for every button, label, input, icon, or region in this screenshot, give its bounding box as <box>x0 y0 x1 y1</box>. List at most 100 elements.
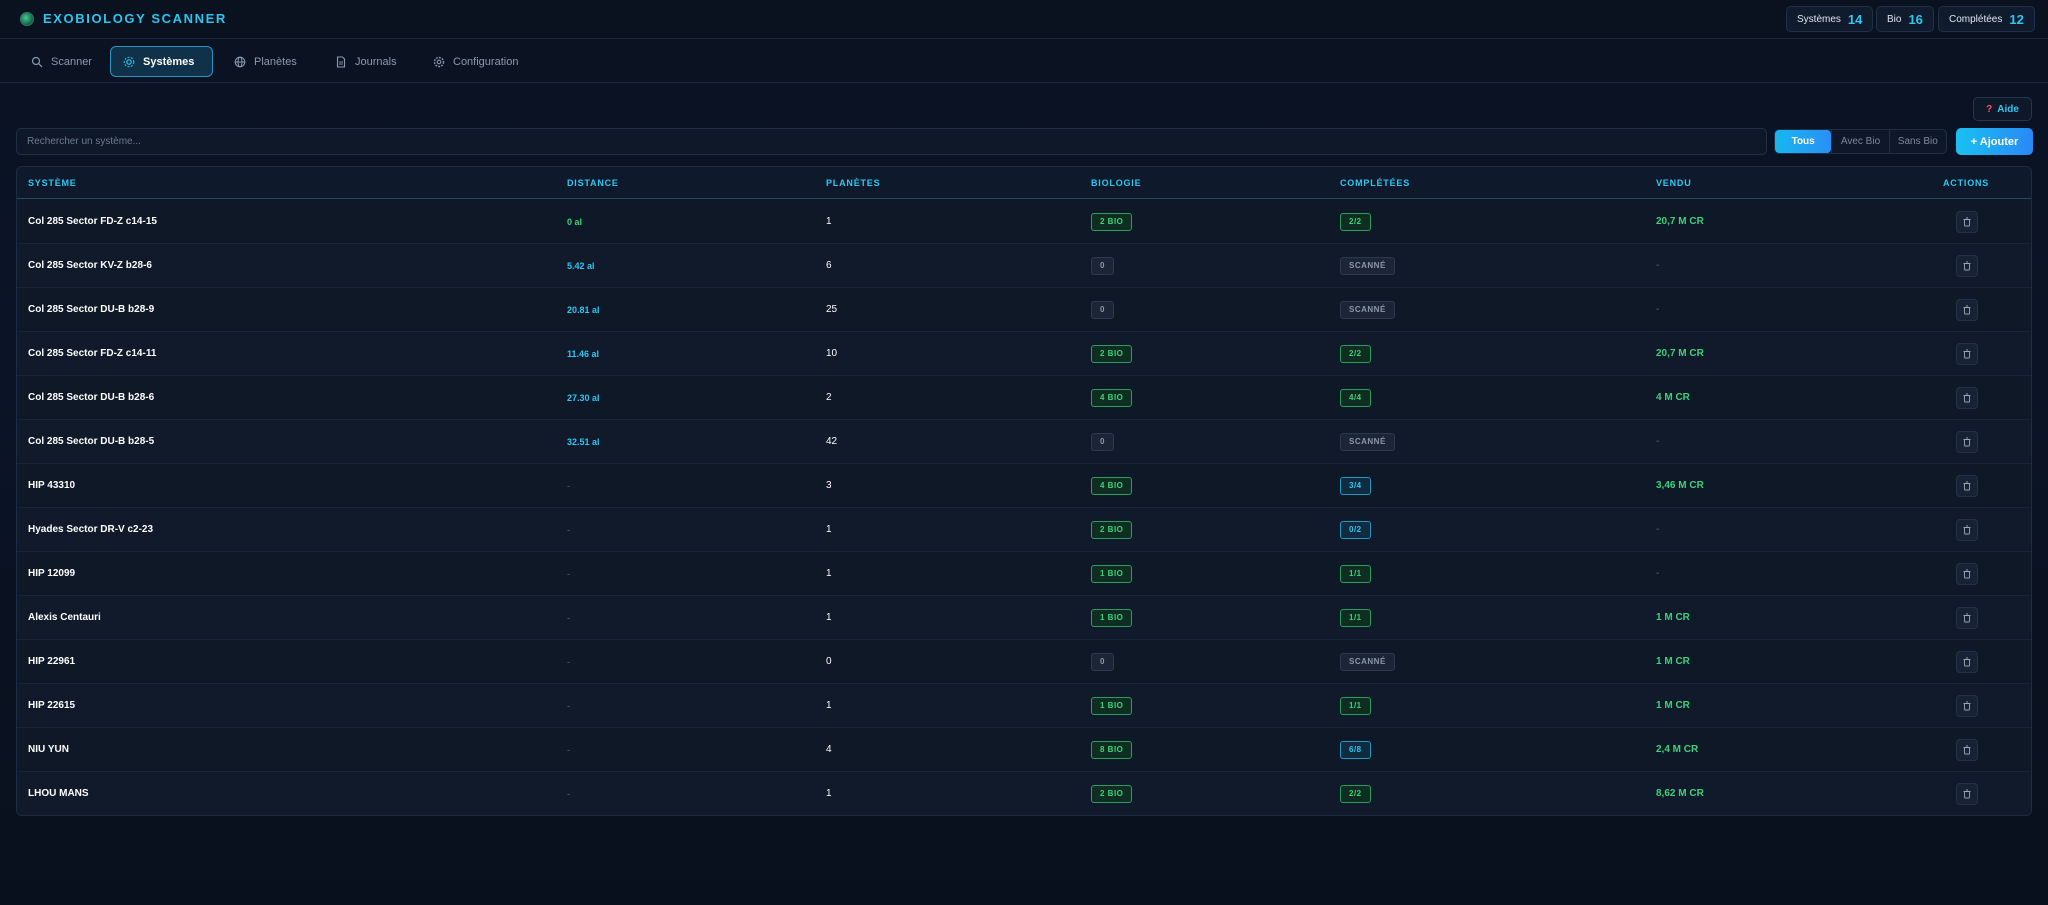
search-input[interactable] <box>16 128 1767 155</box>
help-button[interactable]: ? Aide <box>1973 97 2032 121</box>
trash-icon <box>1963 789 1971 798</box>
stat-bio: Bio 16 <box>1876 6 1934 32</box>
tab-scanner[interactable]: Scanner <box>18 46 105 77</box>
distance-value: - <box>567 744 570 755</box>
biology-cell: 8 BIO <box>1091 728 1133 771</box>
table-row[interactable]: HIP 22615 - 1 1 BIO 1/1 1 M CR <box>17 684 2031 728</box>
system-name: Col 285 Sector DU-B b28-9 <box>28 304 155 315</box>
trash-icon <box>1963 701 1971 710</box>
bio-badge: 1 BIO <box>1091 696 1133 715</box>
delete-button[interactable] <box>1956 694 1978 717</box>
planet-count: 1 <box>826 524 832 535</box>
trash-icon <box>1963 305 1971 314</box>
bio-badge: 2 BIO <box>1091 212 1133 231</box>
table-row[interactable]: Col 285 Sector FD-Z c14-15 0 al 1 2 BIO 2/2 2… <box>17 200 2031 244</box>
app-header: EXOBIOLOGY SCANNER Systèmes 14 Bio 16 Co… <box>0 0 2048 39</box>
completed-cell: 6/8 <box>1340 728 1371 771</box>
completed-cell: 1/1 <box>1340 552 1371 595</box>
bio-badge: 1 BIO <box>1091 608 1133 627</box>
table-row[interactable]: Col 285 Sector KV-Z b28-6 5.42 al 6 0 SCANNÉ… <box>17 244 2031 288</box>
completed-cell: 1/1 <box>1340 596 1371 639</box>
trash-icon <box>1963 525 1971 534</box>
col-header-planets[interactable]: PLANÈTES <box>826 178 880 188</box>
delete-button[interactable] <box>1956 298 1978 321</box>
sold-value: 20,7 M CR <box>1656 216 1704 227</box>
filter-with-bio[interactable]: Avec Bio <box>1831 130 1888 153</box>
sold-value: - <box>1656 260 1660 271</box>
system-name: Col 285 Sector KV-Z b28-6 <box>28 260 152 271</box>
tab-planets[interactable]: Planètes <box>221 46 310 77</box>
table-row[interactable]: HIP 22961 - 0 0 SCANNÉ 1 M CR <box>17 640 2031 684</box>
biology-cell: 1 BIO <box>1091 596 1133 639</box>
col-header-completed[interactable]: COMPLÉTÉES <box>1340 178 1410 188</box>
nav-tabs: Scanner Systèmes Planètes Journals Confi… <box>0 40 2048 83</box>
distance-value: 27.30 al <box>567 392 600 403</box>
add-system-button[interactable]: + Ajouter <box>1956 128 2033 155</box>
trash-icon <box>1963 393 1971 402</box>
sold-value: 2,4 M CR <box>1656 744 1699 755</box>
actions-cell <box>1956 288 1978 331</box>
completed-badge: 1/1 <box>1340 564 1371 583</box>
app-title: EXOBIOLOGY SCANNER <box>43 11 227 26</box>
planet-count: 1 <box>826 568 832 579</box>
tab-systems[interactable]: Systèmes <box>110 46 213 77</box>
tab-journals[interactable]: Journals <box>322 46 410 77</box>
table-row[interactable]: Col 285 Sector DU-B b28-6 27.30 al 2 4 BIO 4… <box>17 376 2031 420</box>
table-row[interactable]: LHOU MANS - 1 2 BIO 2/2 8,62 M CR <box>17 772 2031 815</box>
planet-count: 4 <box>826 744 832 755</box>
delete-button[interactable] <box>1956 782 1978 805</box>
distance-value: - <box>567 480 570 491</box>
trash-icon <box>1963 349 1971 358</box>
delete-button[interactable] <box>1956 474 1978 497</box>
planet-count: 2 <box>826 392 832 403</box>
tab-label: Journals <box>355 55 397 68</box>
table-row[interactable]: HIP 43310 - 3 4 BIO 3/4 3,46 M CR <box>17 464 2031 508</box>
table-row[interactable]: HIP 12099 - 1 1 BIO 1/1 - <box>17 552 2031 596</box>
tab-label: Scanner <box>51 55 92 68</box>
col-header-biology[interactable]: BIOLOGIE <box>1091 178 1141 188</box>
delete-button[interactable] <box>1956 562 1978 585</box>
sold-value: - <box>1656 304 1660 315</box>
delete-button[interactable] <box>1956 342 1978 365</box>
trash-icon <box>1963 217 1971 226</box>
delete-button[interactable] <box>1956 518 1978 541</box>
completed-cell: SCANNÉ <box>1340 640 1395 683</box>
delete-button[interactable] <box>1956 650 1978 673</box>
table-row[interactable]: Hyades Sector DR-V c2-23 - 1 2 BIO 0/2 - <box>17 508 2031 552</box>
actions-cell <box>1956 552 1978 595</box>
sold-value: 1 M CR <box>1656 700 1690 711</box>
filter-without-bio[interactable]: Sans Bio <box>1888 130 1946 153</box>
delete-button[interactable] <box>1956 210 1978 233</box>
tab-configuration[interactable]: Configuration <box>420 46 531 77</box>
biology-cell: 0 <box>1091 640 1114 683</box>
system-name: Col 285 Sector DU-B b28-6 <box>28 392 155 403</box>
col-header-system[interactable]: SYSTÈME <box>28 178 77 188</box>
delete-button[interactable] <box>1956 386 1978 409</box>
distance-value: 11.46 al <box>567 348 600 359</box>
bio-badge: 0 <box>1091 652 1114 671</box>
system-name: Alexis Centauri <box>28 612 101 623</box>
completed-badge: 2/2 <box>1340 784 1371 803</box>
table-row[interactable]: NIU YUN - 4 8 BIO 6/8 2,4 M CR <box>17 728 2031 772</box>
system-name: LHOU MANS <box>28 788 89 799</box>
sold-value: 1 M CR <box>1656 612 1690 623</box>
biology-cell: 4 BIO <box>1091 376 1133 419</box>
actions-cell <box>1956 420 1978 463</box>
delete-button[interactable] <box>1956 606 1978 629</box>
completed-cell: 2/2 <box>1340 332 1371 375</box>
delete-button[interactable] <box>1956 430 1978 453</box>
actions-cell <box>1956 508 1978 551</box>
biology-cell: 2 BIO <box>1091 200 1133 243</box>
completed-badge: 0/2 <box>1340 520 1371 539</box>
col-header-distance[interactable]: DISTANCE <box>567 178 619 188</box>
filter-all[interactable]: Tous <box>1775 130 1832 153</box>
completed-cell: SCANNÉ <box>1340 244 1395 287</box>
table-row[interactable]: Col 285 Sector DU-B b28-5 32.51 al 42 0 SCAN… <box>17 420 2031 464</box>
table-row[interactable]: Alexis Centauri - 1 1 BIO 1/1 1 M CR <box>17 596 2031 640</box>
table-row[interactable]: Col 285 Sector DU-B b28-9 20.81 al 25 0 SCAN… <box>17 288 2031 332</box>
delete-button[interactable] <box>1956 254 1978 277</box>
planet-count: 1 <box>826 700 832 711</box>
col-header-sold[interactable]: VENDU <box>1656 178 1692 188</box>
delete-button[interactable] <box>1956 738 1978 761</box>
table-row[interactable]: Col 285 Sector FD-Z c14-11 11.46 al 10 2 BI… <box>17 332 2031 376</box>
